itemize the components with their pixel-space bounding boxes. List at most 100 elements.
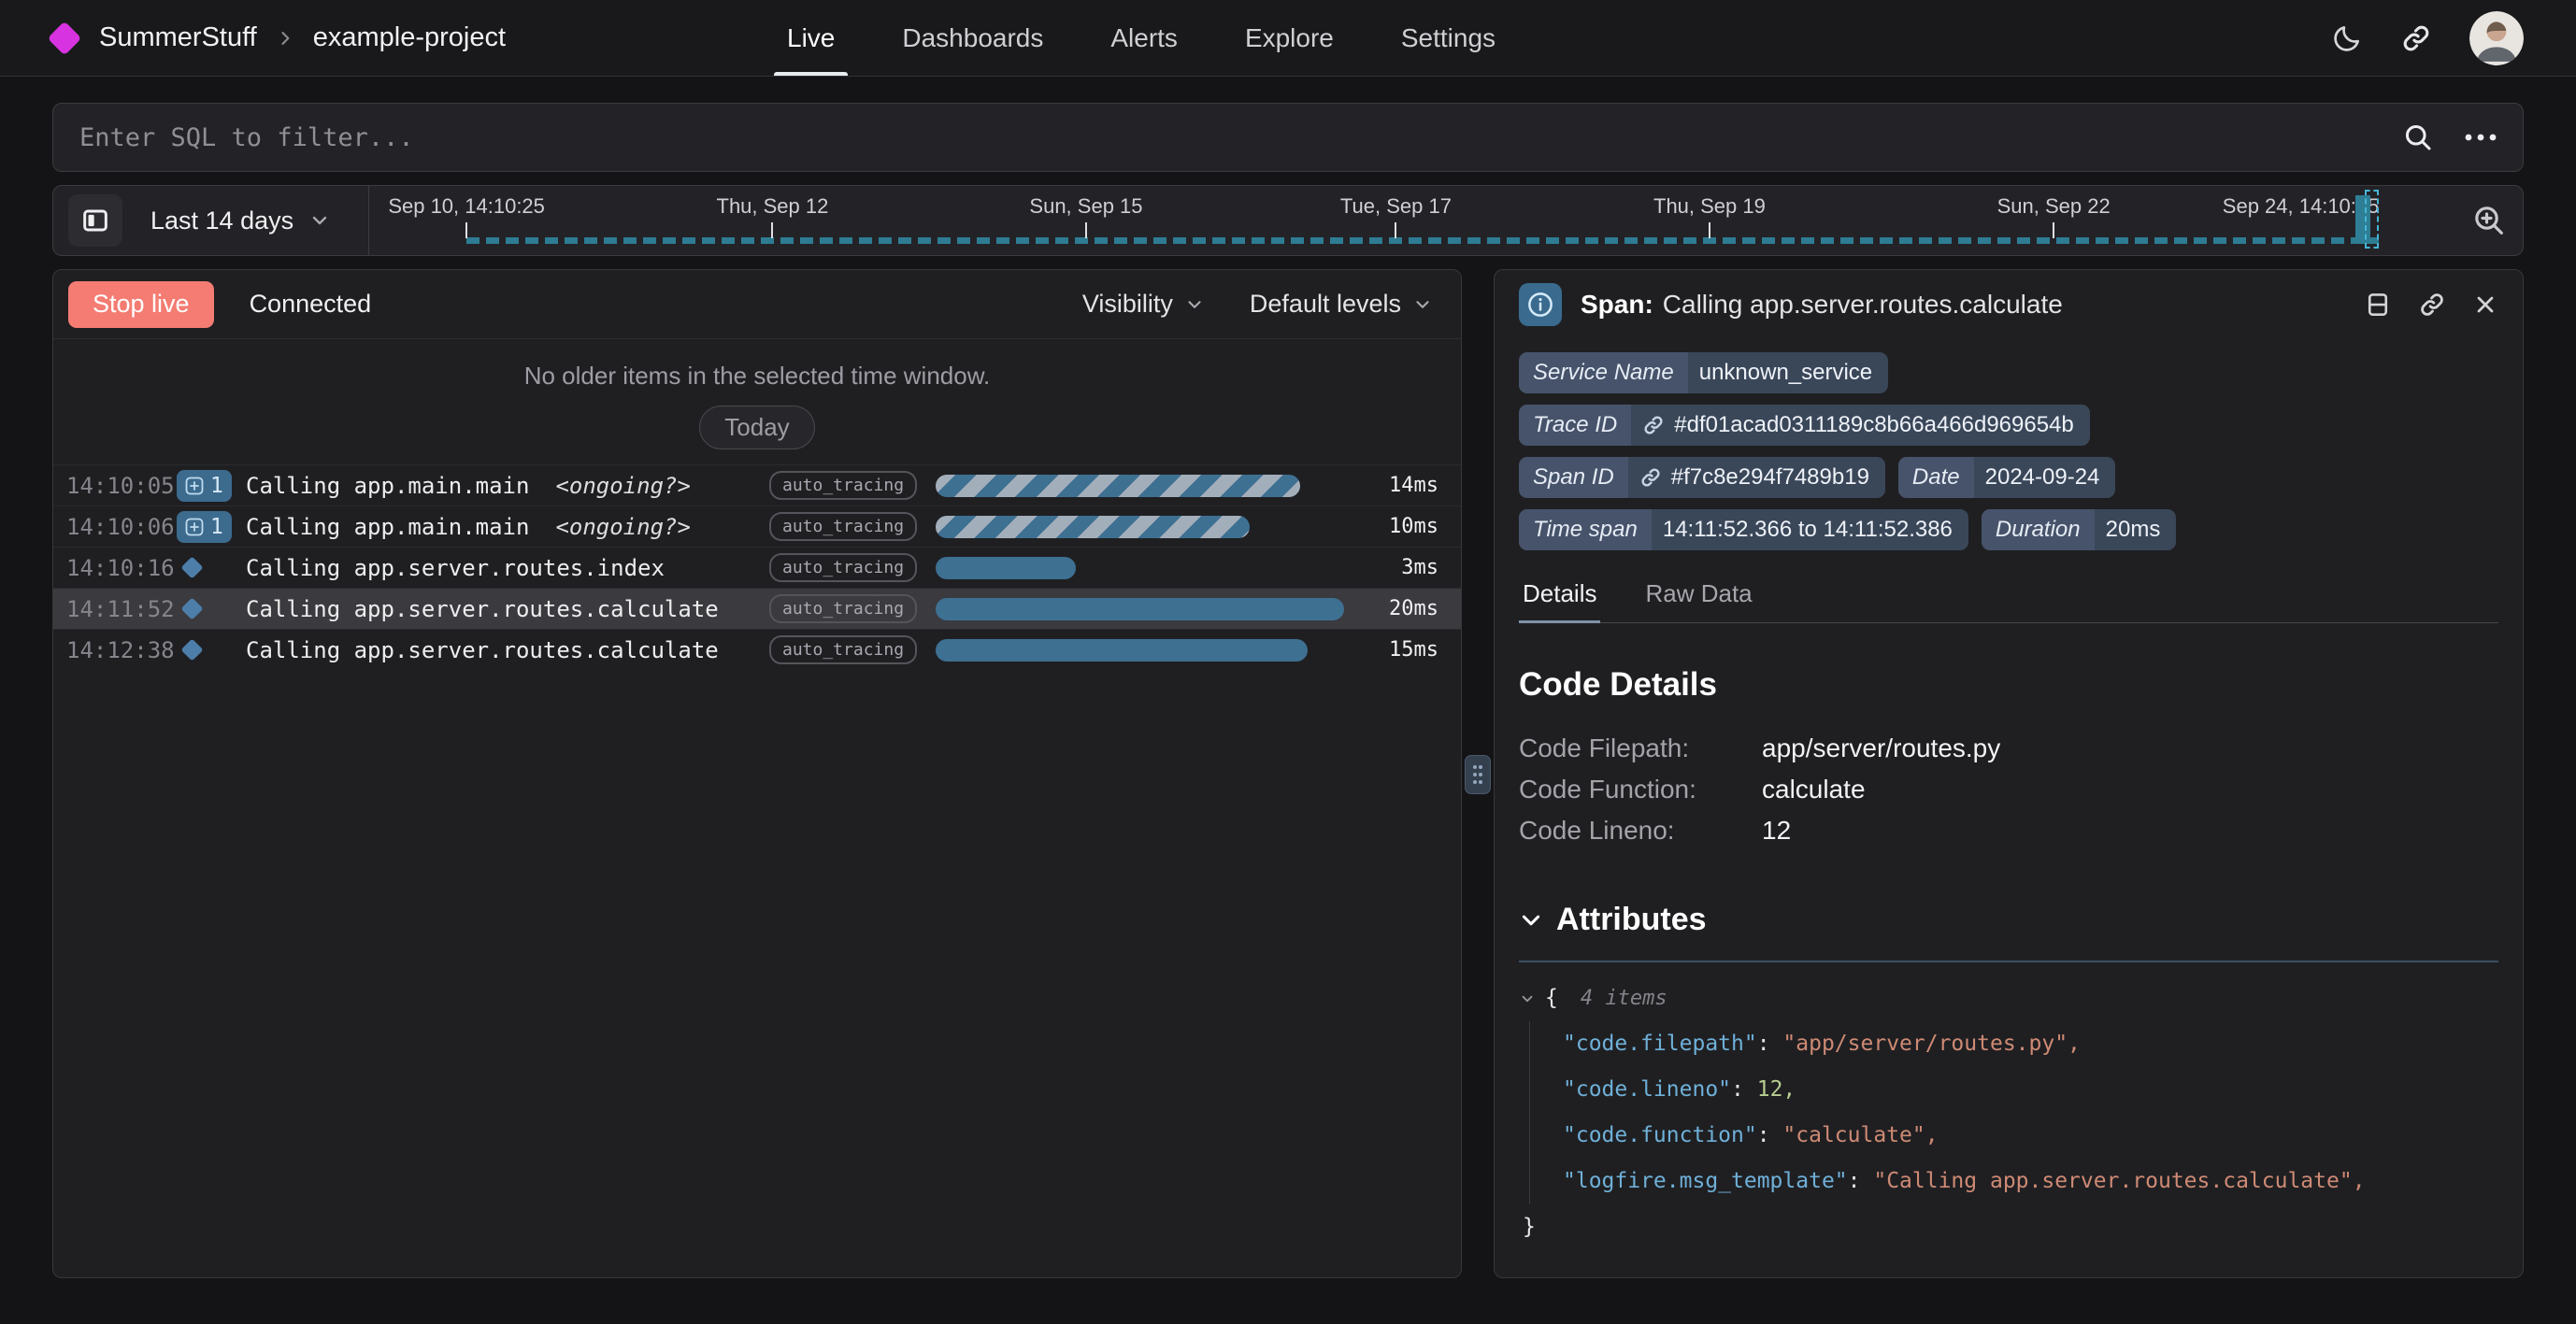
nav-tab[interactable]: Live: [753, 0, 868, 76]
search-button[interactable]: [2401, 121, 2435, 154]
chevron-down-icon: [1412, 294, 1433, 315]
span-detail-header: Span:Calling app.server.routes.calculate: [1519, 270, 2498, 339]
row-tag[interactable]: auto_tracing: [769, 512, 917, 541]
row-icon: [177, 560, 246, 576]
span-attribute-badge[interactable]: Trace ID #df01acad0311189c8b66a466d96965…: [1519, 405, 2090, 446]
code-detail-value: 12: [1762, 810, 1791, 851]
row-duration: 3ms: [1352, 556, 1438, 579]
filter-more-button[interactable]: [2463, 132, 2498, 143]
code-details-list: Code Filepath: app/server/routes.py Code…: [1519, 728, 2498, 851]
row-icon: [177, 601, 246, 617]
top-nav: SummerStuff example-project LiveDashboar…: [0, 0, 2576, 77]
span-detail-tabs: Details Raw Data: [1519, 567, 2498, 623]
badge-value-wrap: #f7c8e294f7489b19: [1628, 457, 1885, 498]
duration-bar: [936, 516, 1250, 538]
sql-filter-bar: [52, 103, 2524, 172]
row-tag[interactable]: auto_tracing: [769, 553, 917, 582]
span-kind-label: Span:: [1581, 290, 1653, 319]
code-detail-row: Code Function: calculate: [1519, 769, 2498, 810]
nav-tab[interactable]: Dashboards: [868, 0, 1077, 76]
code-detail-label: Code Lineno:: [1519, 810, 1762, 851]
span-attribute-badge: Duration 20ms: [1982, 509, 2176, 550]
json-close-brace: }: [1519, 1204, 2498, 1250]
row-timestamp: 14:12:38: [66, 637, 177, 663]
children-count-badge[interactable]: 1: [177, 470, 232, 502]
code-detail-label: Code Function:: [1519, 769, 1762, 810]
badge-value-wrap: 20ms: [2095, 509, 2177, 550]
stop-live-button[interactable]: Stop live: [68, 281, 214, 328]
timeline-bar: Last 14 days Sep 10, 14:10:25 Thu, Sep 1…: [52, 185, 2524, 256]
log-row[interactable]: 14:11:52 Calling app.server.routes.calcu…: [53, 588, 1461, 629]
breadcrumb-project[interactable]: example-project: [313, 22, 506, 53]
badge-value: #df01acad0311189c8b66a466d969654b: [1674, 412, 2074, 438]
timeline-chart[interactable]: Sep 10, 14:10:25 Thu, Sep 12 Sun, Sep 15…: [369, 186, 2454, 255]
share-link-button[interactable]: [2400, 22, 2432, 54]
duration-bar: [936, 639, 1308, 662]
panel-resize-handle[interactable]: [1465, 755, 1491, 794]
user-avatar[interactable]: [2469, 11, 2524, 65]
nav-right: [2331, 11, 2524, 65]
detail-tab[interactable]: Raw Data: [1641, 567, 1755, 622]
split-view-button[interactable]: [2364, 291, 2392, 319]
badge-label: Trace ID: [1519, 405, 1631, 446]
children-count-badge[interactable]: 1: [177, 511, 232, 543]
duration-bar-track: [936, 639, 1352, 662]
copy-link-button[interactable]: [2418, 291, 2446, 319]
log-row[interactable]: 14:12:38 Calling app.server.routes.calcu…: [53, 629, 1461, 670]
timeline-zoom-in-button[interactable]: [2470, 202, 2508, 239]
chevron-down-icon: [1519, 908, 1543, 932]
json-separator: :: [1731, 1077, 1757, 1102]
attributes-section-toggle[interactable]: Attributes: [1519, 902, 2498, 938]
nav-tab[interactable]: Explore: [1211, 0, 1367, 76]
info-icon: [1519, 283, 1562, 326]
code-detail-value: calculate: [1762, 769, 1866, 810]
nav-tab[interactable]: Settings: [1367, 0, 1529, 76]
sidebar-toggle-button[interactable]: [68, 194, 122, 247]
no-older-items-notice: No older items in the selected time wind…: [53, 339, 1461, 464]
default-levels-dropdown[interactable]: Default levels: [1250, 290, 1433, 319]
chevron-right-icon: [276, 29, 294, 48]
sql-filter-input[interactable]: [78, 122, 2401, 153]
json-entries: "code.filepath": "app/server/routes.py",…: [1529, 1021, 2498, 1204]
row-timestamp: 14:10:16: [66, 555, 177, 581]
link-icon[interactable]: [1642, 414, 1665, 436]
badge-value: 2024-09-24: [1985, 464, 2100, 491]
json-key: "code.filepath": [1563, 1032, 1757, 1056]
row-tag[interactable]: auto_tracing: [769, 594, 917, 623]
row-message: Calling app.server.routes.index: [246, 555, 665, 581]
json-collapse-icon[interactable]: [1519, 990, 1536, 1007]
json-value: "app/server/routes.py",: [1782, 1032, 2081, 1056]
logfire-logo-icon[interactable]: [48, 21, 82, 55]
json-open-brace: {: [1545, 975, 1558, 1021]
zoom-in-icon: [2470, 202, 2508, 239]
visibility-dropdown[interactable]: Visibility: [1082, 290, 1205, 319]
row-icon: 1: [177, 511, 246, 543]
row-icon: [177, 642, 246, 658]
badge-label: Duration: [1982, 509, 2095, 550]
span-attribute-badge[interactable]: Span ID #f7c8e294f7489b19: [1519, 457, 1885, 498]
row-message-wrap: Calling app.server.routes.calculate: [246, 596, 769, 622]
log-row[interactable]: 14:10:06 1 Calling app.main.main <ongoin…: [53, 505, 1461, 547]
theme-toggle-button[interactable]: [2331, 22, 2363, 54]
log-row[interactable]: 14:10:16 Calling app.server.routes.index…: [53, 547, 1461, 588]
json-value: "Calling app.server.routes.calculate",: [1873, 1169, 2365, 1193]
time-range-dropdown[interactable]: Last 14 days: [150, 206, 331, 235]
duration-bar-track: [936, 598, 1352, 620]
link-icon[interactable]: [1639, 466, 1662, 489]
code-detail-value: app/server/routes.py: [1762, 728, 2000, 769]
row-tag[interactable]: auto_tracing: [769, 635, 917, 664]
chevron-down-icon: [308, 209, 331, 232]
row-icon: 1: [177, 470, 246, 502]
breadcrumb: SummerStuff example-project: [52, 22, 506, 53]
json-attribute-line: "code.function": "calculate",: [1563, 1113, 2498, 1159]
code-detail-row: Code Filepath: app/server/routes.py: [1519, 728, 2498, 769]
today-button[interactable]: Today: [699, 406, 814, 449]
log-row[interactable]: 14:10:05 1 Calling app.main.main <ongoin…: [53, 464, 1461, 505]
moon-icon: [2331, 22, 2363, 54]
nav-tab[interactable]: Alerts: [1077, 0, 1211, 76]
attributes-json-viewer: { 4 items "code.filepath": "app/server/r…: [1519, 975, 2498, 1250]
row-tag[interactable]: auto_tracing: [769, 471, 917, 500]
breadcrumb-org[interactable]: SummerStuff: [99, 22, 257, 53]
close-panel-button[interactable]: [2472, 292, 2498, 318]
detail-tab[interactable]: Details: [1519, 567, 1600, 622]
